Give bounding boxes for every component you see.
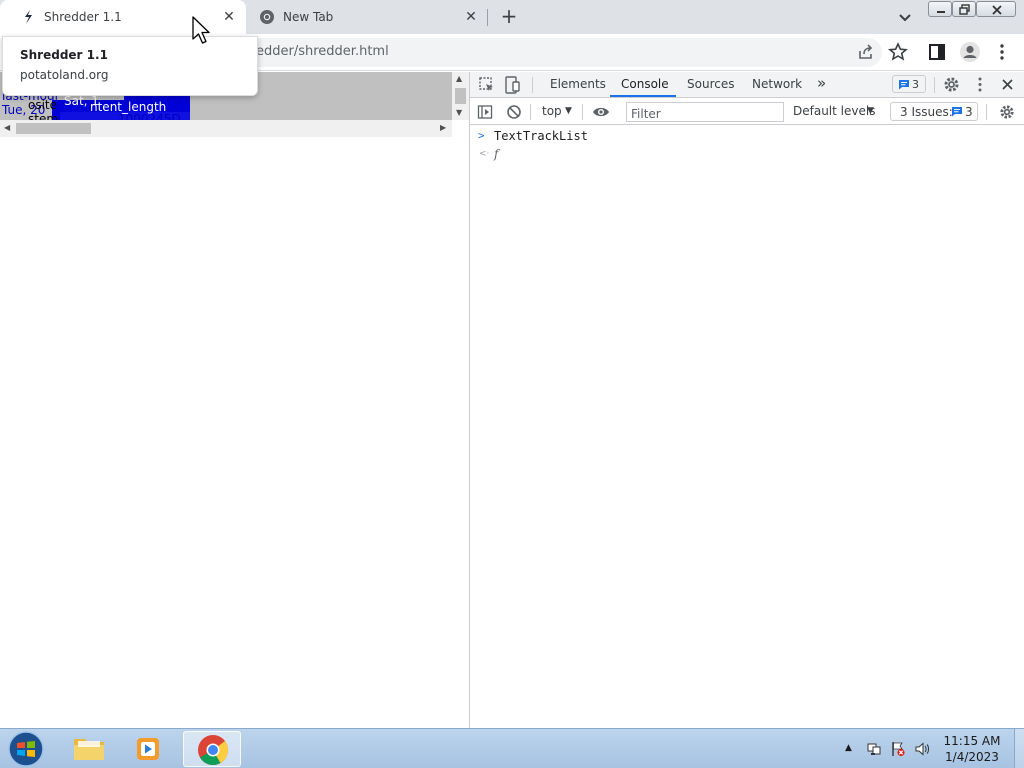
show-hidden-icons-icon[interactable]: ▲ bbox=[845, 743, 861, 759]
live-expression-eye-icon[interactable] bbox=[592, 105, 610, 119]
message-icon bbox=[952, 107, 962, 117]
toolbar-separator bbox=[934, 77, 935, 93]
toolbar-separator bbox=[530, 104, 531, 120]
console-input-prompt-icon: > bbox=[478, 129, 485, 142]
close-tab-icon[interactable]: ✕ bbox=[220, 8, 238, 26]
console-settings-gear-icon[interactable] bbox=[999, 104, 1015, 120]
horizontal-scrollbar[interactable]: ◀ ▶ bbox=[0, 120, 452, 137]
tab-search-chevron-icon[interactable] bbox=[896, 8, 914, 26]
action-center-flag-icon[interactable] bbox=[890, 741, 906, 757]
clear-console-icon[interactable] bbox=[506, 104, 522, 120]
scroll-down-arrow-icon[interactable]: ▼ bbox=[456, 108, 462, 117]
toolbar-separator bbox=[582, 104, 583, 120]
vertical-scrollbar[interactable]: ▲ ▼ bbox=[452, 72, 469, 120]
devtools-tab-bar: Elements Console Sources Network » 3 bbox=[470, 72, 1024, 98]
console-input-line[interactable]: TextTrackList bbox=[494, 129, 588, 143]
close-devtools-icon[interactable] bbox=[1000, 77, 1015, 92]
close-tab-icon[interactable]: ✕ bbox=[462, 8, 480, 26]
system-clock[interactable]: 11:15 AM 1/4/2023 bbox=[936, 733, 1008, 765]
issues-badge-button[interactable]: 3 bbox=[892, 75, 926, 93]
hover-card-title: Shredder 1.1 bbox=[20, 48, 108, 62]
new-tab-button[interactable]: + bbox=[498, 6, 520, 28]
context-selector-label: top bbox=[542, 104, 562, 118]
side-panel-icon[interactable] bbox=[927, 42, 947, 62]
share-icon[interactable] bbox=[856, 42, 876, 62]
taskbar-chrome[interactable] bbox=[183, 731, 241, 767]
log-levels-label: Default levels bbox=[793, 104, 876, 118]
restore-button[interactable] bbox=[952, 1, 976, 17]
context-dropdown-chevron-icon: ▼ bbox=[565, 106, 572, 116]
chrome-icon bbox=[198, 735, 228, 766]
message-icon bbox=[899, 80, 909, 90]
scroll-left-arrow-icon[interactable]: ◀ bbox=[4, 123, 10, 132]
log-levels-chevron-icon: ▼ bbox=[867, 106, 874, 116]
file-explorer-icon bbox=[74, 739, 104, 760]
shredder-favicon-icon bbox=[25, 10, 32, 24]
screen: Shredder 1.1 ✕ New Tab ✕ + edder/shredde… bbox=[0, 0, 1024, 768]
page-fragment: osite bbox=[28, 98, 58, 112]
show-desktop-button[interactable] bbox=[1014, 729, 1024, 768]
console-result-value[interactable]: f bbox=[494, 147, 498, 161]
settings-gear-icon[interactable] bbox=[943, 76, 960, 93]
url-text: edder/shredder.html bbox=[256, 44, 389, 59]
active-tab-indicator bbox=[610, 95, 676, 97]
sidebar-toggle-icon[interactable] bbox=[477, 104, 493, 120]
issues-badge-count: 3 bbox=[912, 78, 919, 91]
network-icon[interactable] bbox=[866, 741, 882, 757]
tab-sources[interactable]: Sources bbox=[687, 77, 734, 91]
console-result-arrow-icon: <· bbox=[479, 149, 490, 159]
tab-network[interactable]: Network bbox=[752, 77, 802, 91]
tab-console[interactable]: Console bbox=[621, 77, 669, 91]
scroll-right-arrow-icon[interactable]: ▶ bbox=[440, 123, 446, 132]
inspect-element-icon[interactable] bbox=[478, 76, 496, 94]
tab-new-tab[interactable]: New Tab ✕ bbox=[248, 0, 488, 34]
clock-date: 1/4/2023 bbox=[945, 750, 999, 764]
devtools-panel: Elements Console Sources Network » 3 top… bbox=[470, 72, 1024, 728]
vertical-scroll-thumb[interactable] bbox=[455, 88, 466, 104]
issues-label: 3 Issues: bbox=[900, 105, 953, 119]
mouse-pointer-icon bbox=[192, 16, 210, 44]
issues-button[interactable]: 3 Issues: 3 bbox=[890, 102, 978, 121]
media-player-icon bbox=[137, 738, 159, 760]
clock-time: 11:15 AM bbox=[943, 734, 1001, 748]
tab-elements[interactable]: Elements bbox=[550, 77, 606, 91]
filter-field[interactable] bbox=[626, 102, 784, 122]
more-tabs-icon[interactable]: » bbox=[817, 74, 826, 92]
tab-hover-card: Shredder 1.1 potatoland.org bbox=[2, 36, 258, 96]
toolbar-separator bbox=[986, 104, 987, 120]
taskbar-file-explorer[interactable] bbox=[60, 731, 118, 767]
bookmark-star-icon[interactable] bbox=[888, 42, 908, 62]
minimize-icon bbox=[937, 11, 945, 13]
window-close-button[interactable] bbox=[976, 1, 1016, 17]
tab-strip: Shredder 1.1 ✕ New Tab ✕ + bbox=[0, 0, 1024, 34]
device-toolbar-icon[interactable] bbox=[503, 76, 521, 94]
page-fragment: stem bbox=[28, 112, 59, 120]
tab-title: New Tab bbox=[283, 10, 334, 24]
horizontal-scroll-thumb[interactable] bbox=[16, 123, 91, 134]
filter-input[interactable] bbox=[631, 106, 781, 122]
page-fragment: 1000245D bbox=[118, 112, 181, 120]
chrome-favicon-icon bbox=[260, 10, 274, 24]
start-button-windows-icon[interactable] bbox=[6, 730, 46, 768]
console-toolbar: top ▼ Default levels ▼ 3 Issues: bbox=[470, 99, 1024, 125]
hover-card-domain: potatoland.org bbox=[20, 68, 109, 82]
web-page: last-modi Tue, 20 osite Sat, 1 stem nten… bbox=[0, 72, 469, 728]
tab-title: Shredder 1.1 bbox=[44, 10, 122, 24]
windows-taskbar: ▲ 11:15 AM 1/4/2023 bbox=[0, 728, 1024, 768]
scroll-up-arrow-icon[interactable]: ▲ bbox=[456, 74, 462, 83]
volume-icon[interactable] bbox=[914, 741, 930, 757]
restore-icon bbox=[959, 4, 970, 15]
profile-icon[interactable] bbox=[959, 41, 981, 63]
window-close-icon bbox=[992, 5, 1002, 15]
toolbar-separator bbox=[532, 77, 533, 93]
devtools-menu-icon[interactable] bbox=[972, 76, 988, 93]
issues-count: 3 bbox=[965, 105, 973, 119]
kebab-menu-icon[interactable] bbox=[992, 42, 1012, 62]
minimize-button[interactable] bbox=[928, 1, 952, 17]
taskbar-media-player[interactable] bbox=[120, 731, 178, 767]
